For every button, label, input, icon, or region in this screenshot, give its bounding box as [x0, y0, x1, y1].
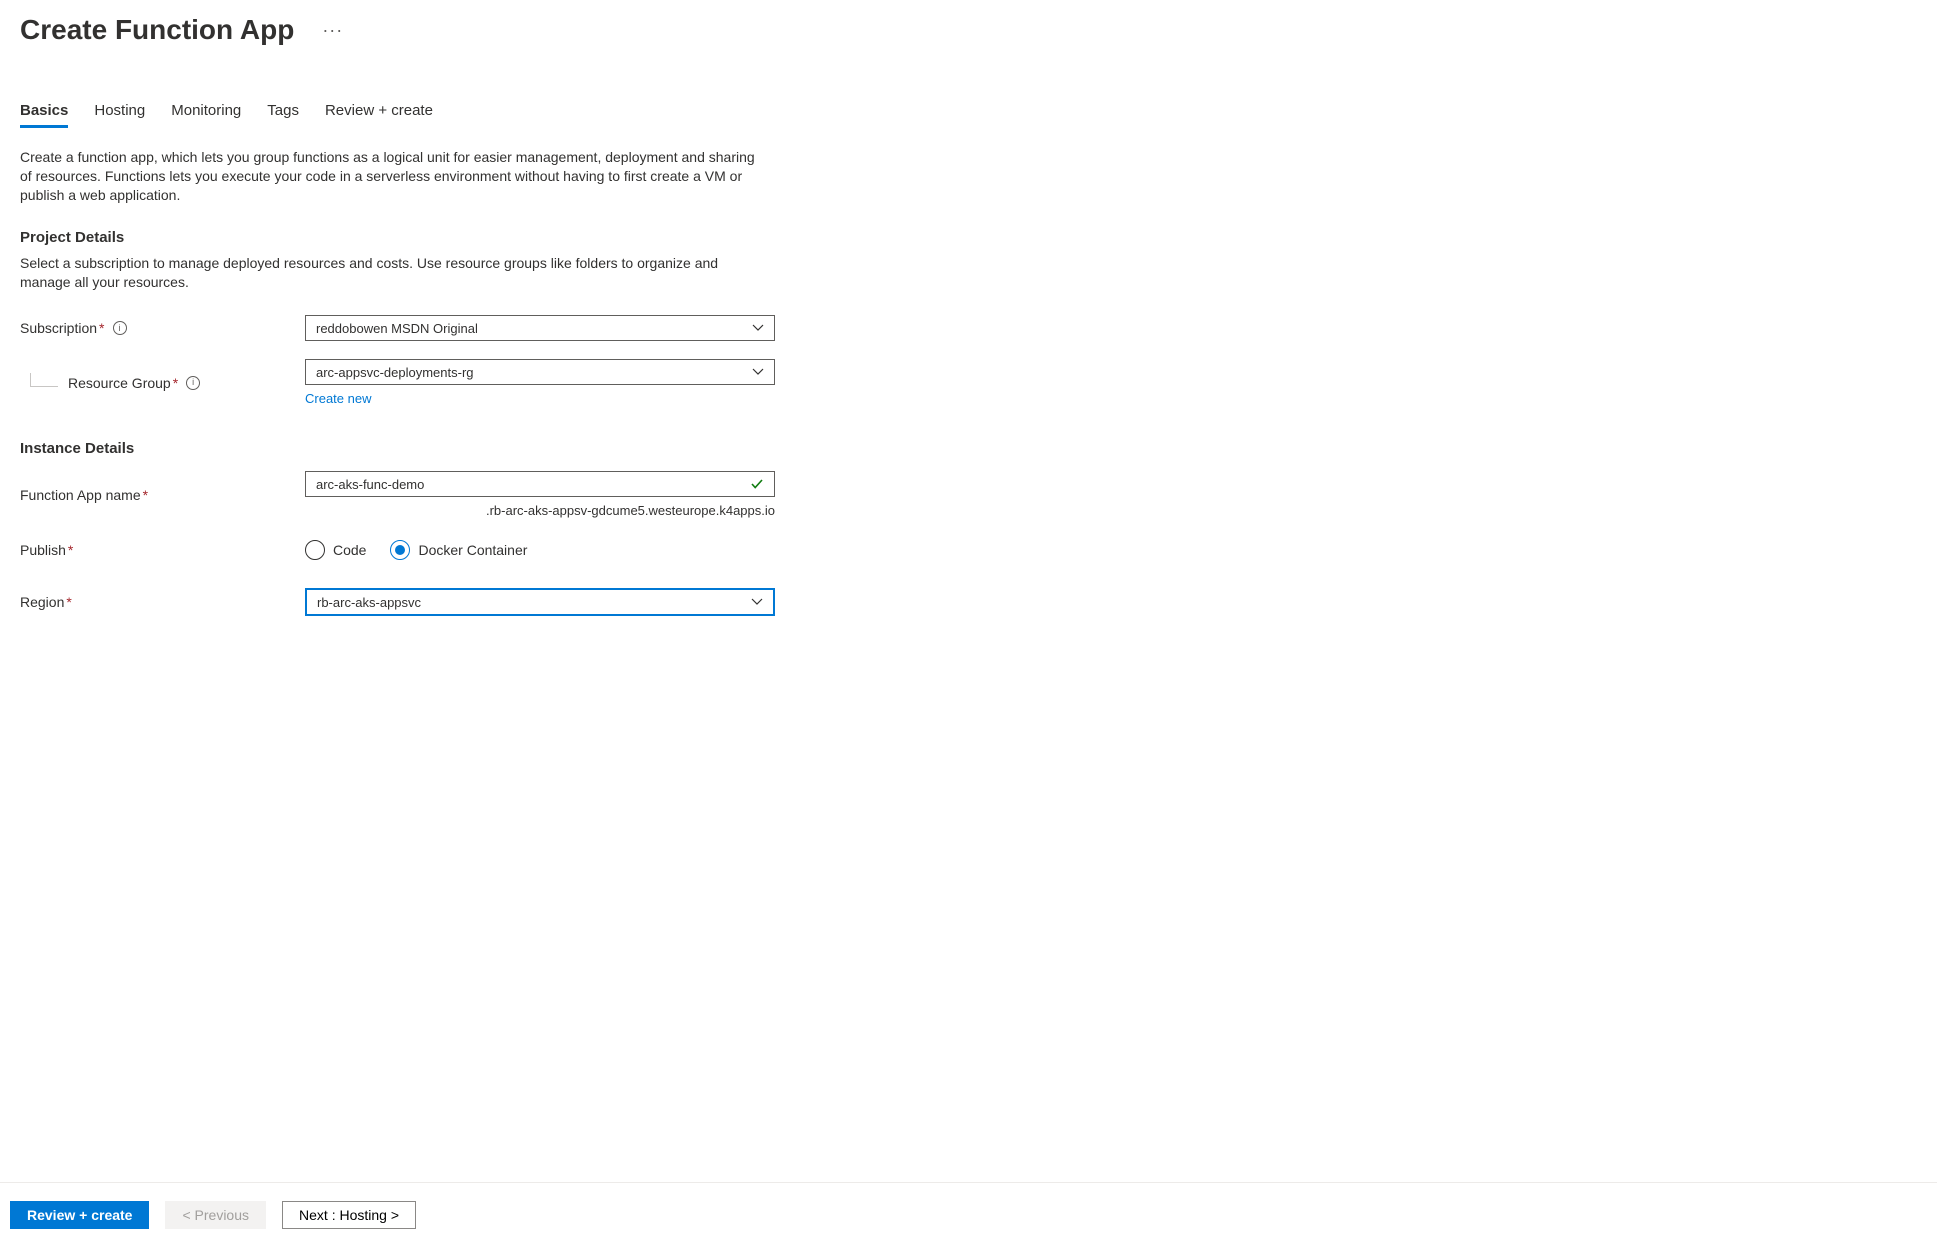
- required-mark: *: [68, 542, 73, 558]
- info-icon[interactable]: i: [113, 321, 127, 335]
- region-value: rb-arc-aks-appsvc: [317, 595, 421, 610]
- previous-button[interactable]: < Previous: [165, 1201, 266, 1229]
- next-button[interactable]: Next : Hosting >: [282, 1201, 416, 1229]
- subscription-value: reddobowen MSDN Original: [316, 321, 478, 336]
- required-mark: *: [99, 320, 104, 336]
- check-icon: [750, 477, 764, 494]
- publish-radio-code-label: Code: [333, 542, 366, 558]
- resource-group-dropdown[interactable]: arc-appsvc-deployments-rg: [305, 359, 775, 385]
- tab-monitoring[interactable]: Monitoring: [171, 102, 241, 128]
- resource-group-value: arc-appsvc-deployments-rg: [316, 365, 474, 380]
- instance-details-heading: Instance Details: [20, 440, 800, 457]
- function-app-name-input[interactable]: arc-aks-func-demo: [305, 471, 775, 497]
- nested-connector-icon: [30, 373, 58, 387]
- project-details-desc: Select a subscription to manage deployed…: [20, 254, 760, 292]
- tab-basics[interactable]: Basics: [20, 102, 68, 128]
- function-app-domain-suffix: .rb-arc-aks-appsv-gdcume5.westeurope.k4a…: [305, 503, 775, 518]
- tab-hosting[interactable]: Hosting: [94, 102, 145, 128]
- more-actions-icon[interactable]: ···: [322, 20, 343, 41]
- chevron-down-icon: [752, 366, 764, 381]
- publish-radio-docker-label: Docker Container: [418, 542, 527, 558]
- region-dropdown[interactable]: rb-arc-aks-appsvc: [305, 588, 775, 616]
- required-mark: *: [143, 487, 148, 503]
- subscription-dropdown[interactable]: reddobowen MSDN Original: [305, 315, 775, 341]
- publish-label: Publish: [20, 542, 66, 558]
- info-icon[interactable]: i: [186, 376, 200, 390]
- tab-review-create[interactable]: Review + create: [325, 102, 433, 128]
- resource-group-label: Resource Group: [68, 375, 171, 391]
- region-label: Region: [20, 594, 64, 610]
- publish-radio-group: Code Docker Container: [305, 540, 775, 560]
- publish-radio-code[interactable]: Code: [305, 540, 366, 560]
- subscription-label: Subscription: [20, 320, 97, 336]
- tab-tags[interactable]: Tags: [267, 102, 299, 128]
- wizard-tabs: Basics Hosting Monitoring Tags Review + …: [0, 46, 1937, 128]
- chevron-down-icon: [752, 322, 764, 337]
- review-create-button[interactable]: Review + create: [10, 1201, 149, 1229]
- create-new-rg-link[interactable]: Create new: [305, 391, 371, 406]
- publish-radio-docker[interactable]: Docker Container: [390, 540, 527, 560]
- required-mark: *: [66, 594, 71, 610]
- page-title: Create Function App: [20, 14, 294, 46]
- function-app-name-label: Function App name: [20, 487, 141, 503]
- function-app-name-value: arc-aks-func-demo: [316, 477, 424, 492]
- chevron-down-icon: [751, 596, 763, 611]
- wizard-footer: Review + create < Previous Next : Hostin…: [0, 1182, 1937, 1246]
- required-mark: *: [173, 375, 178, 391]
- intro-text: Create a function app, which lets you gr…: [20, 148, 760, 205]
- project-details-heading: Project Details: [20, 229, 800, 246]
